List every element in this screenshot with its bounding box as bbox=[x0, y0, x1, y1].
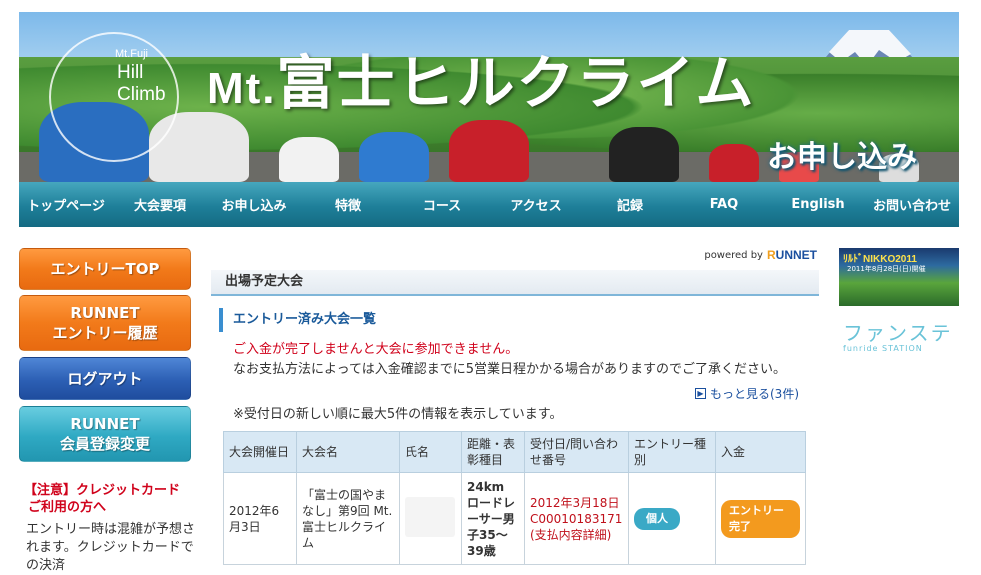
nav-item-outline[interactable]: 大会要項 bbox=[113, 195, 207, 214]
powered-by-label: powered by bbox=[704, 249, 763, 261]
main-content: powered by RUNNET 出場予定大会 エントリー済み大会一覧 ご入金… bbox=[211, 248, 819, 567]
site-title-main: 富士ヒルクライム bbox=[276, 51, 756, 116]
nikko-ad-date: 2011年8月28日(日)開催 bbox=[847, 265, 926, 273]
cell-date: 2012年6月3日 bbox=[223, 472, 297, 565]
received-date: 2012年3月18日 bbox=[530, 495, 620, 510]
entries-table: 大会開催日 大会名 氏名 距離・表彰種目 受付日/問い合わせ番号 エントリー種別… bbox=[223, 431, 806, 565]
site-title-prefix: Mt. bbox=[207, 64, 277, 113]
site-title: Mt.富士ヒルクライム bbox=[207, 36, 755, 120]
entry-history-label-1: RUNNET bbox=[70, 304, 140, 322]
nav-item-records[interactable]: 記録 bbox=[583, 195, 677, 214]
col-name: 氏名 bbox=[399, 431, 462, 473]
logout-button[interactable]: ログアウト bbox=[19, 357, 191, 400]
powered-by-runnet: powered by RUNNET bbox=[704, 248, 817, 262]
table-header-row: 大会開催日 大会名 氏名 距離・表彰種目 受付日/問い合わせ番号 エントリー種別… bbox=[223, 431, 806, 473]
nav-item-top[interactable]: トップページ bbox=[19, 195, 113, 214]
subsection-title: エントリー済み大会一覧 bbox=[219, 308, 376, 332]
entry-history-label-2: エントリー履歴 bbox=[52, 324, 158, 342]
entry-top-button[interactable]: エントリーTOP bbox=[19, 248, 191, 290]
logo-line1: Hill bbox=[117, 62, 144, 83]
cell-received: 2012年3月18日 C00010183171 (支払内容詳細) bbox=[524, 472, 629, 565]
col-event: 大会名 bbox=[296, 431, 400, 473]
cell-category: 24km ロードレーサー男子35～39歳 bbox=[461, 472, 525, 565]
cell-payment: エントリー完了 bbox=[715, 472, 806, 565]
cell-entry-type: 個人 bbox=[628, 472, 716, 565]
logo-text: Hill Climb bbox=[117, 62, 166, 106]
more-link-label: もっと見る(3件) bbox=[710, 387, 799, 401]
section-title: 出場予定大会 bbox=[211, 270, 819, 296]
nav-item-course[interactable]: コース bbox=[395, 195, 489, 214]
col-category: 距離・表彰種目 bbox=[461, 431, 525, 473]
nikko-ad-banner[interactable]: ﾘﾙﾄﾞNIKKO2011 2011年8月28日(日)開催 bbox=[839, 248, 959, 306]
apply-banner-label: お申し込み bbox=[767, 140, 917, 175]
nikko-ad-title: ﾘﾙﾄﾞNIKKO2011 bbox=[843, 254, 917, 265]
runnet-logo-b: UNNET bbox=[775, 248, 817, 262]
credit-card-notice-title: 【注意】クレジットカード ご利用の方へ bbox=[24, 482, 180, 516]
funste-ad-title: ファンステ bbox=[843, 321, 953, 345]
cell-event: 「富士の国やまなし」第9回 Mt.富士ヒルクライム bbox=[296, 472, 400, 565]
payment-detail-link[interactable]: (支払内容詳細) bbox=[530, 527, 623, 543]
payment-note: なお支払方法によっては入金確認までに5営業日程かかる場合がありますのでご了承くだ… bbox=[233, 362, 786, 377]
runnet-logo: RUNNET bbox=[767, 248, 817, 262]
inquiry-number: C00010183171 bbox=[530, 511, 623, 526]
col-date: 大会開催日 bbox=[223, 431, 297, 473]
col-received: 受付日/問い合わせ番号 bbox=[524, 431, 629, 473]
nav-item-english[interactable]: English bbox=[771, 197, 865, 212]
more-link[interactable]: ▶ もっと見る(3件) bbox=[695, 385, 799, 402]
member-edit-label-2: 会員登録変更 bbox=[59, 435, 150, 453]
nav-item-apply[interactable]: お申し込み bbox=[207, 195, 301, 214]
member-edit-button[interactable]: RUNNET 会員登録変更 bbox=[19, 406, 191, 462]
col-payment: 入金 bbox=[715, 431, 806, 473]
main-nav: トップページ 大会要項 お申し込み 特徴 コース アクセス 記録 FAQ Eng… bbox=[19, 182, 959, 227]
table-row: 2012年6月3日 「富士の国やまなし」第9回 Mt.富士ヒルクライム 24km… bbox=[223, 472, 806, 565]
notice-title-line1: 【注意】クレジットカード bbox=[24, 483, 181, 498]
cell-name bbox=[399, 472, 462, 565]
nav-item-contact[interactable]: お問い合わせ bbox=[865, 195, 959, 214]
entry-history-button[interactable]: RUNNET エントリー履歴 bbox=[19, 295, 191, 351]
logo-line2: Climb bbox=[117, 84, 166, 105]
redacted-name bbox=[405, 496, 455, 537]
entry-type-badge: 個人 bbox=[634, 507, 680, 530]
runnet-logo-a: R bbox=[766, 248, 776, 262]
payment-status-badge: エントリー完了 bbox=[721, 499, 800, 538]
logo-small-text: Mt.Fuji bbox=[115, 48, 148, 60]
nav-item-features[interactable]: 特徴 bbox=[301, 195, 395, 214]
member-edit-label-1: RUNNET bbox=[70, 415, 140, 433]
logout-label: ログアウト bbox=[67, 369, 143, 388]
nav-item-faq[interactable]: FAQ bbox=[677, 197, 771, 212]
arrow-right-icon: ▶ bbox=[695, 388, 706, 399]
nav-item-access[interactable]: アクセス bbox=[489, 195, 583, 214]
header-banner: Mt.Fuji Hill Climb Mt.富士ヒルクライム お申し込み bbox=[19, 12, 959, 182]
notice-title-line2: ご利用の方へ bbox=[28, 500, 107, 515]
payment-warning: ご入金が完了しませんと大会に参加できません。 bbox=[233, 342, 519, 357]
recent-note: ※受付日の新しい順に最大5件の情報を表示しています。 bbox=[233, 407, 563, 422]
funste-ad-banner[interactable]: ファンステ funride STATION bbox=[843, 322, 958, 353]
col-entry-type: エントリー種別 bbox=[628, 431, 716, 473]
funste-ad-subtitle: funride STATION bbox=[843, 344, 923, 353]
entry-top-label: エントリーTOP bbox=[50, 260, 160, 278]
